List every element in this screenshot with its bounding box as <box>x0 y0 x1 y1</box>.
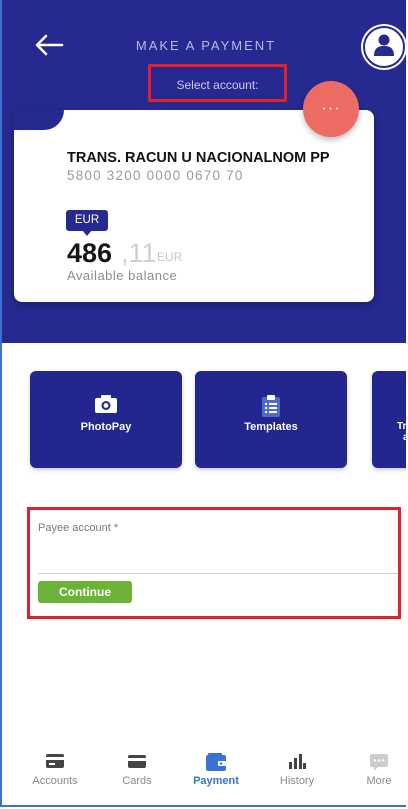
tile-label: Templates <box>244 421 298 433</box>
bar-chart-icon <box>287 752 307 775</box>
currency-badge-tail <box>82 230 92 236</box>
payment-icon <box>205 752 227 777</box>
payee-account-input[interactable] <box>38 537 398 574</box>
nav-item-cards[interactable]: Cards <box>96 742 178 802</box>
bottom-navigation: Accounts Cards Payment History More <box>2 742 406 802</box>
chat-dots-icon <box>368 752 390 777</box>
balance-label: Available balance <box>67 268 178 283</box>
tile-label: PhotoPay <box>80 421 132 433</box>
tile-transfer[interactable]: Traa <box>372 371 406 468</box>
nav-item-history[interactable]: History <box>256 742 338 802</box>
continue-button[interactable]: Continue <box>38 581 132 603</box>
select-account-highlight <box>148 64 287 102</box>
profile-avatar[interactable] <box>363 26 405 68</box>
nav-label: History <box>279 775 315 787</box>
tile-label-line: a <box>397 432 406 443</box>
tile-photopay[interactable]: PhotoPay <box>30 371 182 468</box>
more-dots-icon: ··· <box>321 100 341 117</box>
credit-card-icon <box>127 752 147 775</box>
currency-badge: EUR <box>66 210 108 231</box>
wallet-card-icon <box>45 752 65 775</box>
account-number: 5800 3200 0000 0670 70 <box>67 168 244 183</box>
nav-label: Cards <box>122 775 152 787</box>
page-title: MAKE A PAYMENT <box>135 38 277 53</box>
tile-label-line: Tra <box>397 421 406 432</box>
tile-templates[interactable]: Templates <box>195 371 347 468</box>
user-icon <box>373 33 395 62</box>
nav-label: More <box>366 775 392 787</box>
nav-item-payment[interactable]: Payment <box>175 742 257 802</box>
account-name: TRANS. RACUN U NACIONALNOM PP <box>67 150 330 166</box>
clipboard-icon <box>260 394 282 423</box>
balance-whole: 486 <box>67 238 113 268</box>
nav-label: Accounts <box>32 775 78 787</box>
balance-currency: EUR <box>157 250 183 264</box>
balance-decimal: ,11 <box>121 238 157 268</box>
nav-item-more[interactable]: More <box>338 742 406 802</box>
more-options-button[interactable]: ··· <box>303 81 359 137</box>
nav-label: Payment <box>193 775 239 787</box>
camera-icon <box>94 394 118 419</box>
payee-account-label: Payee account * <box>38 522 119 534</box>
app-screen: MAKE A PAYMENT Select account: TRANS. RA… <box>0 0 406 807</box>
nav-item-accounts[interactable]: Accounts <box>14 742 96 802</box>
tile-label: Traa <box>397 421 406 443</box>
